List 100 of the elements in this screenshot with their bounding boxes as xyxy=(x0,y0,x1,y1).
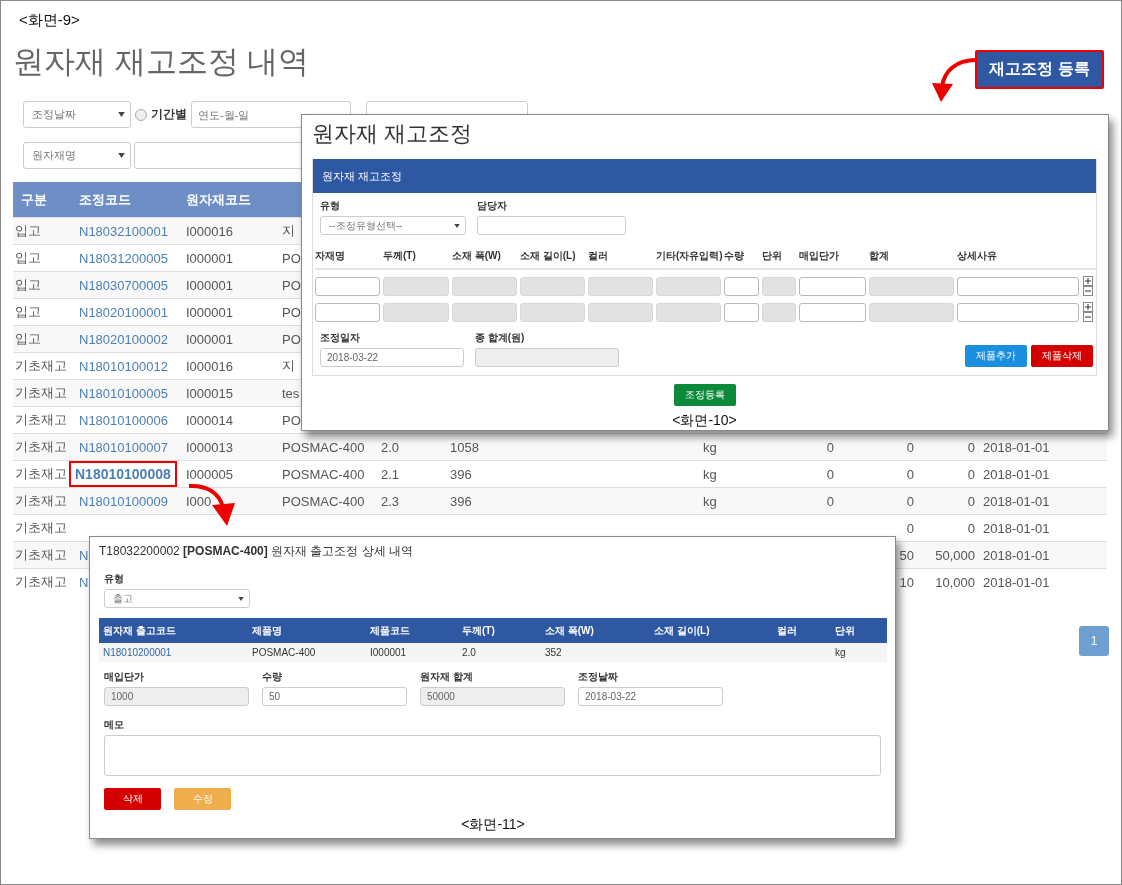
panel-title: 원자재 재고조정 xyxy=(322,168,403,184)
table-cell: I000015 xyxy=(186,385,233,401)
table-cell: 0 xyxy=(906,520,914,536)
table-cell: 0 xyxy=(906,466,914,482)
table-cell: 396 xyxy=(450,466,472,482)
dialog-title: T18032200002 [POSMAC-400] 원자재 출고조정 상세 내역 xyxy=(99,543,415,560)
field-label: 담당자 xyxy=(477,199,508,213)
screen-caption: <화면-11> xyxy=(460,816,526,834)
table-cell: 0 xyxy=(826,466,834,482)
table-cell: 지 xyxy=(282,223,295,238)
field-label: 조정일자 xyxy=(320,331,361,345)
column-label: 소재 폭(W) xyxy=(452,249,502,263)
table-cell: 0 xyxy=(967,520,975,536)
table-cell: 0 xyxy=(826,439,834,455)
column-label: 상세사유 xyxy=(957,249,998,263)
table-cell: I000001 xyxy=(370,647,407,658)
table-cell: 2018-01-01 xyxy=(983,466,1050,482)
column-label: 단위 xyxy=(762,249,783,263)
table-cell: 기초재고 xyxy=(15,493,67,508)
table-cell: PO xyxy=(282,304,301,320)
column-header: 원자재 출고코드 xyxy=(102,623,177,638)
table-cell: kg xyxy=(835,647,846,658)
column-header: 두께(T) xyxy=(461,623,496,638)
table-cell: 기초재고 xyxy=(15,520,67,535)
table-cell: 1058 xyxy=(450,439,479,455)
table-cell: POSMAC-400 xyxy=(282,466,365,482)
field-label: 유형 xyxy=(104,572,125,586)
table-cell: 0 xyxy=(967,493,975,509)
column-header: 제품명 xyxy=(251,623,283,638)
table-cell: PO xyxy=(282,331,301,347)
column-header: 컬러 xyxy=(776,623,798,638)
table-cell: 기초재고 xyxy=(15,385,67,400)
table-cell: PO xyxy=(282,412,301,428)
table-cell: I000 xyxy=(186,493,212,509)
radio-label: 기간별 xyxy=(151,106,187,123)
column-label: 수량 xyxy=(724,249,745,263)
table-cell: I000013 xyxy=(186,439,233,455)
table-cell: 0 xyxy=(906,439,914,455)
table-cell: I000001 xyxy=(186,304,233,320)
table-cell: 396 xyxy=(450,493,472,509)
table-cell: 2018-01-01 xyxy=(983,493,1050,509)
table-cell: 입고 xyxy=(15,331,41,346)
table-cell: 기초재고 xyxy=(15,547,67,562)
table-cell: 10,000 xyxy=(935,574,975,590)
table-cell: 2018-01-01 xyxy=(983,439,1050,455)
table-cell: POSMAC-400 xyxy=(252,647,316,658)
column-label: 두께(T) xyxy=(383,249,417,263)
page-title: 원자재 재고조정 내역 xyxy=(13,43,310,81)
table-cell: I000001 xyxy=(186,331,233,347)
column-header: 조정코드 xyxy=(78,190,132,209)
field-label: 유형 xyxy=(320,199,341,213)
column-header: 구분 xyxy=(20,190,48,209)
table-cell: 2.3 xyxy=(381,493,400,509)
table-cell: I000005 xyxy=(186,466,233,482)
table-cell: 2.0 xyxy=(381,439,400,455)
column-label: 자재명 xyxy=(315,249,346,263)
table-cell: I000014 xyxy=(186,412,233,428)
table-cell: tes xyxy=(282,385,300,401)
table-cell: POSMAC-400 xyxy=(282,493,365,509)
table-cell: 입고 xyxy=(15,277,41,292)
table-cell: I000001 xyxy=(186,250,233,266)
screen-caption: <화면-9> xyxy=(19,11,81,30)
column-header: 소재 폭(W) xyxy=(544,623,595,638)
table-cell: 2018-01-01 xyxy=(983,574,1050,590)
table-cell: 입고 xyxy=(15,304,41,319)
table-cell: 기초재고 xyxy=(15,574,67,589)
table-cell: 입고 xyxy=(15,223,41,238)
column-header: 소재 길이(L) xyxy=(653,623,711,638)
table-cell: I000016 xyxy=(186,358,233,374)
table-cell: PO xyxy=(282,277,301,293)
table-cell: 50,000 xyxy=(935,547,975,563)
field-label: 종 합계(원) xyxy=(475,331,526,345)
table-cell: 지 xyxy=(282,358,295,373)
table-cell: I000016 xyxy=(186,223,233,239)
table-cell: 2.1 xyxy=(381,466,400,482)
screen-caption: <화면-10> xyxy=(671,412,738,430)
table-cell: I000001 xyxy=(186,277,233,293)
table-cell: 0 xyxy=(826,493,834,509)
table-cell: 기초재고 xyxy=(15,358,67,373)
table-cell: POSMAC-400 xyxy=(282,439,365,455)
table-cell: 10 xyxy=(899,574,914,590)
table-cell: 기초재고 xyxy=(15,439,67,454)
table-cell: kg xyxy=(703,439,717,455)
table-cell: 입고 xyxy=(15,250,41,265)
table-cell: 2018-01-01 xyxy=(983,520,1050,536)
field-label: 메모 xyxy=(104,718,125,732)
column-header: 원자재코드 xyxy=(185,190,252,209)
field-label: 조정날짜 xyxy=(578,670,619,684)
table-cell: 2018-01-01 xyxy=(983,547,1050,563)
table-cell: 0 xyxy=(906,493,914,509)
column-label: 합계 xyxy=(869,249,890,263)
column-header: 단위 xyxy=(834,623,856,638)
field-label: 수량 xyxy=(262,670,283,684)
field-label: 매입단가 xyxy=(104,670,145,684)
table-cell: 352 xyxy=(545,647,562,658)
table-cell: 0 xyxy=(967,439,975,455)
table-cell: 기초재고 xyxy=(15,466,67,481)
table-cell: 기초재고 xyxy=(15,412,67,427)
table-cell: 0 xyxy=(967,466,975,482)
field-label: 원자재 합계 xyxy=(420,670,474,684)
